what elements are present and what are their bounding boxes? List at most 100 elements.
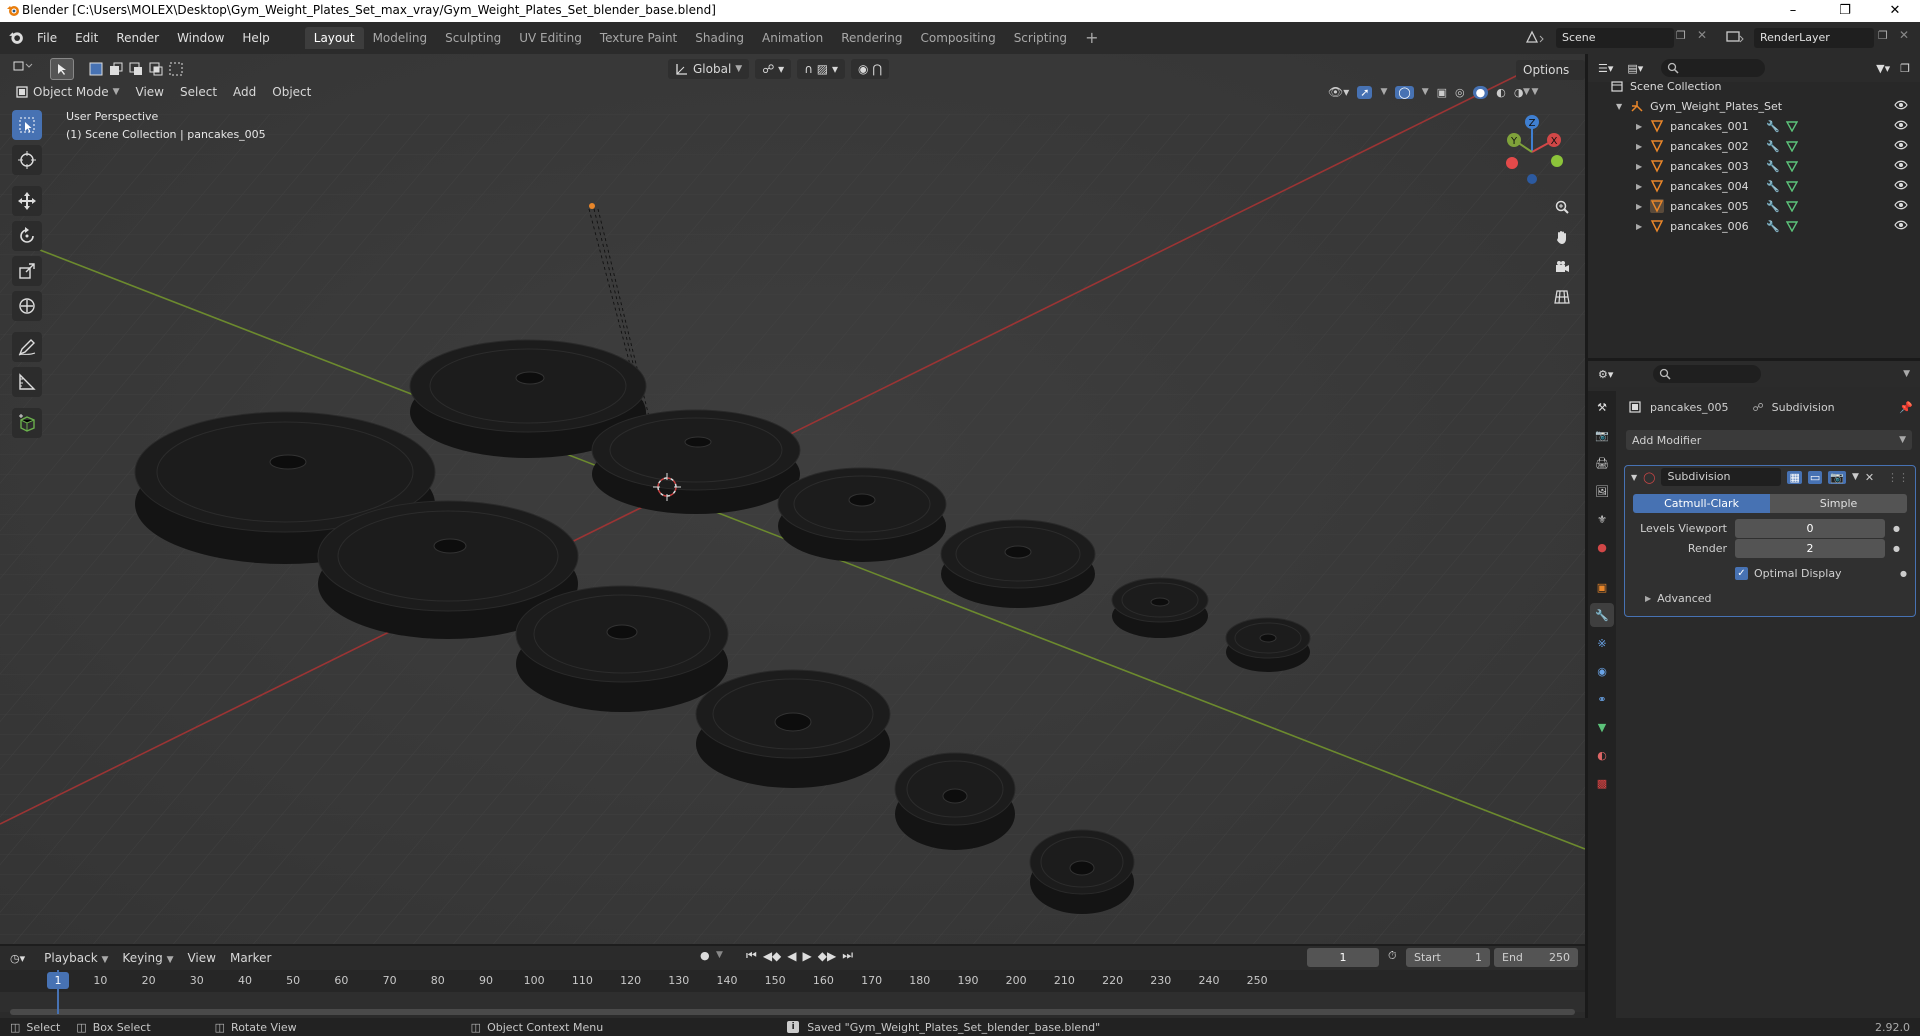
minimize-button[interactable]: – [1770,0,1816,22]
mesh-data-icon[interactable] [1785,160,1798,172]
keyframe-dot-icon[interactable]: ● [1893,524,1900,533]
pan-hand-icon[interactable] [1549,224,1575,250]
transform-tool[interactable] [12,291,42,321]
proportional-edit-icon[interactable]: ◉ ⋂ [850,59,890,79]
object-mode-dropdown[interactable]: Object Mode ▼ [8,82,127,102]
scene-field[interactable]: Scene [1556,28,1674,48]
tab-scripting[interactable]: Scripting [1005,27,1076,49]
material-shading-icon[interactable]: ◐ [1496,86,1506,99]
modifier-wrench-icon[interactable]: 🔧 [1766,160,1780,173]
outliner-row-object-1[interactable]: ▶ pancakes_001 🔧 [1588,116,1920,136]
modifier-wrench-icon[interactable]: 🔧 [1766,200,1780,213]
mesh-data-icon[interactable] [1785,220,1798,232]
play-reverse-icon[interactable]: ◀ [787,949,796,963]
plate-small-3[interactable] [1111,577,1209,638]
drag-handle-icon[interactable]: ⋮⋮ [1887,471,1909,484]
new-scene-icon[interactable]: ❐ [1676,29,1686,42]
outliner-row-collection[interactable]: ▼ Gym_Weight_Plates_Set [1588,96,1920,116]
transform-orientation-dropdown[interactable]: Global ▼ [668,59,750,79]
advanced-subpanel[interactable]: ▶ Advanced [1645,589,1915,608]
selection-mode-icons[interactable] [88,61,184,77]
display-mode-icon[interactable]: ▤▾ [1627,62,1643,75]
material-tab-icon[interactable]: ◐ [1590,743,1614,767]
select-tool-mode-icon[interactable] [50,58,74,80]
filter-icon[interactable]: ▼▾ [1876,62,1890,75]
rendered-shading-icon[interactable]: ◑ [1514,86,1524,99]
tab-rendering[interactable]: Rendering [832,27,911,49]
snap-icon[interactable]: ∩ ▨ ▾ [797,59,845,79]
physics-tab-icon[interactable]: ◉ [1590,659,1614,683]
outliner-search-input[interactable] [1661,59,1766,77]
tool-tab-icon[interactable]: ⚒ [1590,395,1614,419]
mesh-data-icon[interactable] [1785,120,1798,132]
area-divider[interactable] [1585,54,1588,1036]
overlay-toggle-icon[interactable]: ◯ [1395,85,1414,99]
properties-search-input[interactable] [1653,365,1762,383]
delete-scene-icon[interactable]: ✕ [1697,28,1707,42]
move-tool[interactable] [12,186,42,216]
texture-tab-icon[interactable]: ▩ [1590,771,1614,795]
viewport-menu-add[interactable]: Add [226,82,263,102]
expand-arrow-icon[interactable]: ▶ [1636,122,1642,131]
playhead-frame[interactable]: 1 [47,972,69,989]
add-cube-tool[interactable] [12,408,42,438]
modifier-wrench-icon[interactable]: 🔧 [1766,220,1780,233]
add-modifier-dropdown[interactable]: Add Modifier ▼ [1626,430,1912,450]
rotate-tool[interactable] [12,221,42,251]
visibility-eye-icon[interactable] [1894,139,1908,154]
plate-medium-4[interactable] [695,669,891,788]
object-tab-icon[interactable]: ▣ [1590,575,1614,599]
timeline-editor-icon[interactable]: ◷▾ [10,952,25,965]
pin-icon[interactable]: 📌 [1899,401,1913,414]
expand-arrow-icon[interactable]: ▶ [1636,222,1642,231]
keyframe-dot-icon[interactable]: ● [1900,569,1907,578]
tab-compositing[interactable]: Compositing [911,27,1004,49]
visibility-eye-icon[interactable] [1894,159,1908,174]
render-tab-icon[interactable]: 📷 [1590,423,1614,447]
menu-render[interactable]: Render [107,28,168,48]
modifier-tab-icon[interactable]: 🔧 [1590,603,1614,627]
viewport-menu-select[interactable]: Select [173,82,224,102]
constraints-tab-icon[interactable]: ⚭ [1590,687,1614,711]
scene-tab-icon[interactable]: ⚜ [1590,507,1614,531]
delete-render-layer-icon[interactable]: ✕ [1899,28,1909,42]
outliner-row-object-3[interactable]: ▶ pancakes_003 🔧 [1588,156,1920,176]
expand-arrow-icon[interactable]: ▶ [1636,182,1642,191]
visibility-icon[interactable]: 👁▾ [1328,85,1349,99]
xray-toggle-icon[interactable]: ▣ [1437,86,1447,99]
particles-tab-icon[interactable]: ※ [1590,631,1614,655]
render-layer-icon[interactable] [1724,28,1750,48]
simple-option[interactable]: Simple [1770,494,1907,513]
properties-options-icon[interactable]: ▼ [1903,369,1910,379]
optimal-display-checkbox[interactable]: ✓ [1735,567,1748,580]
zoom-icon[interactable] [1549,194,1575,220]
select-box-tool[interactable] [12,110,42,140]
render-layer-field[interactable]: RenderLayer [1754,28,1874,48]
current-frame-field[interactable]: 1 [1307,948,1379,967]
navigation-gizmo[interactable]: Z X Y [1496,112,1568,188]
outliner-editor-icon[interactable]: ☰▾ [1598,62,1613,75]
tab-shading[interactable]: Shading [686,27,753,49]
modifier-name-field[interactable]: Subdivision [1661,468,1782,486]
collapse-arrow-icon[interactable]: ▼ [1631,473,1637,482]
modifier-wrench-icon[interactable]: 🔧 [1766,140,1780,153]
timeline-menu-view[interactable]: View [180,948,222,968]
visibility-eye-icon[interactable] [1894,219,1908,234]
tab-uv-editing[interactable]: UV Editing [510,27,591,49]
scale-tool[interactable] [12,256,42,286]
viewport-toggle-icon[interactable]: ▭ [1807,470,1823,484]
plate-medium-2[interactable] [515,585,729,712]
timeline-menu-marker[interactable]: Marker [223,948,278,968]
outliner-row-object-5-active[interactable]: ▶ pancakes_005 🔧 [1588,196,1920,216]
output-tab-icon[interactable]: 🖨 [1590,451,1614,475]
gizmo-toggle-icon[interactable]: ➚ [1357,85,1373,99]
modifier-menu-icon[interactable]: ▼ [1852,472,1859,482]
add-workspace-icon[interactable]: + [1076,27,1107,49]
mesh-data-icon[interactable] [1785,200,1798,212]
tab-layout[interactable]: Layout [304,27,364,49]
render-levels-field[interactable]: 2 [1735,539,1885,558]
measure-tool[interactable] [12,367,42,397]
blender-menu-icon[interactable] [8,29,28,48]
scene-icon[interactable] [1524,28,1550,48]
wireframe-shading-icon[interactable]: ◎ [1455,86,1465,99]
